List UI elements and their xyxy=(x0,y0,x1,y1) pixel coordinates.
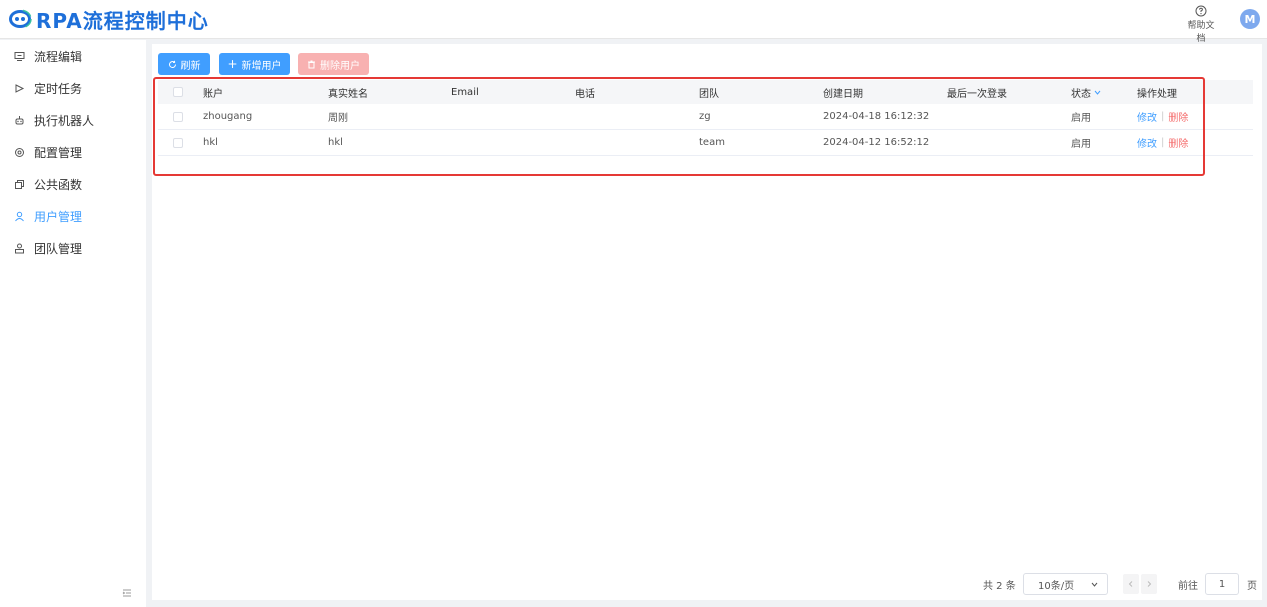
sidebar-item-robots[interactable]: 执行机器人 xyxy=(0,104,146,136)
cell-status: 启用 xyxy=(1071,139,1091,150)
page-size-select[interactable]: 10条/页 xyxy=(1023,573,1108,595)
sidebar-item-config[interactable]: 配置管理 xyxy=(0,136,146,168)
cell-created: 2024-04-12 16:52:12 xyxy=(823,137,930,148)
refresh-label: 刷新 xyxy=(180,60,201,72)
team-icon xyxy=(13,242,25,254)
trash-icon xyxy=(308,60,315,68)
pagination-total: 共 2 条 xyxy=(983,580,1016,592)
user-icon xyxy=(13,210,25,222)
delete-link[interactable]: 删除 xyxy=(1168,109,1188,124)
row-checkbox[interactable] xyxy=(173,104,183,129)
copy-icon xyxy=(13,178,25,190)
robot-logo-icon xyxy=(8,9,32,29)
sidebar-item-label: 公共函数 xyxy=(34,177,83,192)
sidebar-item-label: 定时任务 xyxy=(34,81,83,96)
refresh-icon xyxy=(168,60,176,68)
sidebar-item-label: 流程编辑 xyxy=(34,49,83,64)
sidebar: 流程编辑 定时任务 执行机器人 配置管理 公共函数 用户管理 团队管理 xyxy=(0,40,146,607)
sidebar-item-label: 用户管理 xyxy=(34,209,83,224)
cell-account: hkl xyxy=(203,137,218,148)
column-header-team[interactable]: 团队 xyxy=(699,80,719,104)
cell-account: zhougang xyxy=(203,111,253,122)
help-label: 帮助文档 xyxy=(1187,21,1215,44)
status-header-label: 状态 xyxy=(1071,88,1091,100)
sidebar-item-user-management[interactable]: 用户管理 xyxy=(0,200,146,232)
column-header-actions: 操作处理 xyxy=(1137,88,1177,100)
help-docs-button[interactable]: 帮助文档 xyxy=(1184,5,1218,44)
column-header-email[interactable]: Email xyxy=(451,80,479,104)
goto-label: 前往 xyxy=(1178,580,1198,592)
chevron-down-icon xyxy=(1094,90,1101,95)
app-title: RPA流程控制中心 xyxy=(36,8,209,33)
sidebar-item-label: 配置管理 xyxy=(34,145,83,160)
user-avatar[interactable]: M xyxy=(1240,9,1260,29)
action-divider: | xyxy=(1161,111,1165,122)
add-user-button[interactable]: + 新增用户 xyxy=(219,53,290,75)
chevron-right-icon xyxy=(1147,581,1152,587)
sidebar-item-flow-edit[interactable]: 流程编辑 xyxy=(0,40,146,72)
sidebar-item-scheduled-tasks[interactable]: 定时任务 xyxy=(0,72,146,104)
play-icon xyxy=(13,82,25,94)
cell-actions: 修改 | 删除 xyxy=(1137,104,1188,129)
goto-page-input[interactable]: 1 xyxy=(1205,573,1239,595)
sidebar-item-public-functions[interactable]: 公共函数 xyxy=(0,168,146,200)
column-header-last-login[interactable]: 最后一次登录 xyxy=(947,80,1007,104)
row-checkbox[interactable] xyxy=(173,130,183,155)
page-suffix: 页 xyxy=(1247,580,1257,592)
cell-team: team xyxy=(699,137,725,148)
help-circle-icon xyxy=(1195,5,1207,17)
cell-team: zg xyxy=(699,111,711,122)
column-header-real-name[interactable]: 真实姓名 xyxy=(328,80,368,104)
page-size-value: 10条/页 xyxy=(1038,580,1075,592)
main-panel: 刷新 + 新增用户 删除用户 账户 真实姓名 Email 电话 团队 创建日期 … xyxy=(152,44,1262,600)
table-row: zhougang 周刚 zg 2024-04-18 16:12:32 启用 修改… xyxy=(158,104,1253,130)
plus-icon: + xyxy=(227,57,238,71)
monitor-icon xyxy=(13,50,25,62)
table-row: hkl hkl team 2024-04-12 16:52:12 启用 修改 |… xyxy=(158,130,1253,156)
cell-real-name: 周刚 xyxy=(328,113,348,124)
app-logo[interactable]: RPA流程控制中心 xyxy=(8,6,209,33)
delete-user-button[interactable]: 删除用户 xyxy=(298,53,369,75)
action-divider: | xyxy=(1161,137,1165,148)
prev-page-button[interactable] xyxy=(1123,574,1139,594)
column-header-account[interactable]: 账户 xyxy=(203,80,223,104)
edit-link[interactable]: 修改 xyxy=(1137,109,1157,124)
delete-user-label: 删除用户 xyxy=(320,60,360,72)
cell-status: 启用 xyxy=(1071,113,1091,124)
next-page-button[interactable] xyxy=(1141,574,1157,594)
edit-link[interactable]: 修改 xyxy=(1137,135,1157,150)
column-header-created[interactable]: 创建日期 xyxy=(823,80,863,104)
sidebar-item-label: 团队管理 xyxy=(34,241,83,256)
collapse-sidebar-icon[interactable] xyxy=(120,586,134,600)
refresh-button[interactable]: 刷新 xyxy=(158,53,210,75)
chevron-down-icon xyxy=(1091,582,1098,587)
column-header-status[interactable]: 状态 xyxy=(1071,80,1102,104)
robot-icon xyxy=(13,114,25,126)
cell-real-name: hkl xyxy=(328,137,343,148)
cell-actions: 修改 | 删除 xyxy=(1137,130,1188,155)
column-header-phone[interactable]: 电话 xyxy=(575,80,595,104)
sidebar-item-team-management[interactable]: 团队管理 xyxy=(0,232,146,264)
chevron-left-icon xyxy=(1128,581,1133,587)
select-all-checkbox[interactable] xyxy=(173,80,183,104)
sidebar-item-label: 执行机器人 xyxy=(34,113,95,128)
top-bar: RPA流程控制中心 帮助文档 M xyxy=(0,0,1267,44)
settings-icon xyxy=(13,146,25,158)
delete-link[interactable]: 删除 xyxy=(1168,135,1188,150)
table-header: 账户 真实姓名 Email 电话 团队 创建日期 最后一次登录 状态 操作处理 xyxy=(158,80,1253,104)
cell-created: 2024-04-18 16:12:32 xyxy=(823,111,930,122)
add-user-label: 新增用户 xyxy=(241,60,282,72)
